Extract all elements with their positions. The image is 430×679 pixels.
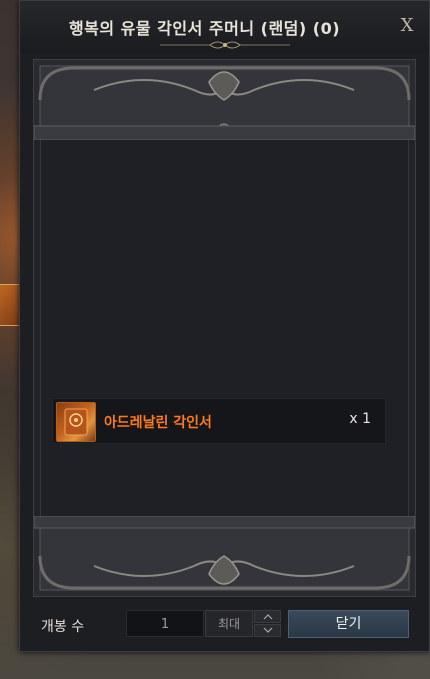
- engraving-book-icon: [56, 402, 96, 442]
- top-ornament-frame: [34, 60, 415, 140]
- reward-panel: 아드레날린 각인서 x 1: [33, 59, 416, 597]
- item-row[interactable]: 아드레날린 각인서 x 1: [52, 398, 386, 444]
- item-list-area: 아드레날린 각인서 x 1: [40, 140, 409, 516]
- chevron-down-icon: [263, 627, 272, 633]
- chevron-up-icon: [263, 614, 272, 620]
- decrease-button[interactable]: [254, 624, 281, 637]
- window-title: 행복의 유물 각인서 주머니 (랜덤) (0): [68, 19, 341, 38]
- bottom-ornament-frame: [34, 516, 415, 596]
- open-quantity-input[interactable]: 1: [126, 610, 204, 637]
- increase-button[interactable]: [254, 610, 281, 623]
- item-name: 아드레날린 각인서: [104, 415, 212, 431]
- title-bar[interactable]: 행복의 유물 각인서 주머니 (랜덤) (0) X: [20, 1, 429, 53]
- close-icon[interactable]: X: [397, 15, 417, 37]
- item-pouch-window: 행복의 유물 각인서 주머니 (랜덤) (0) X 아드레날린 각인서 x 1 …: [19, 0, 430, 652]
- max-button[interactable]: 최대: [205, 610, 253, 637]
- close-button[interactable]: 닫기: [288, 610, 409, 638]
- open-count-label: 개봉 수: [41, 619, 85, 635]
- item-quantity: x 1: [349, 411, 371, 427]
- title-ornament-icon: [160, 41, 290, 49]
